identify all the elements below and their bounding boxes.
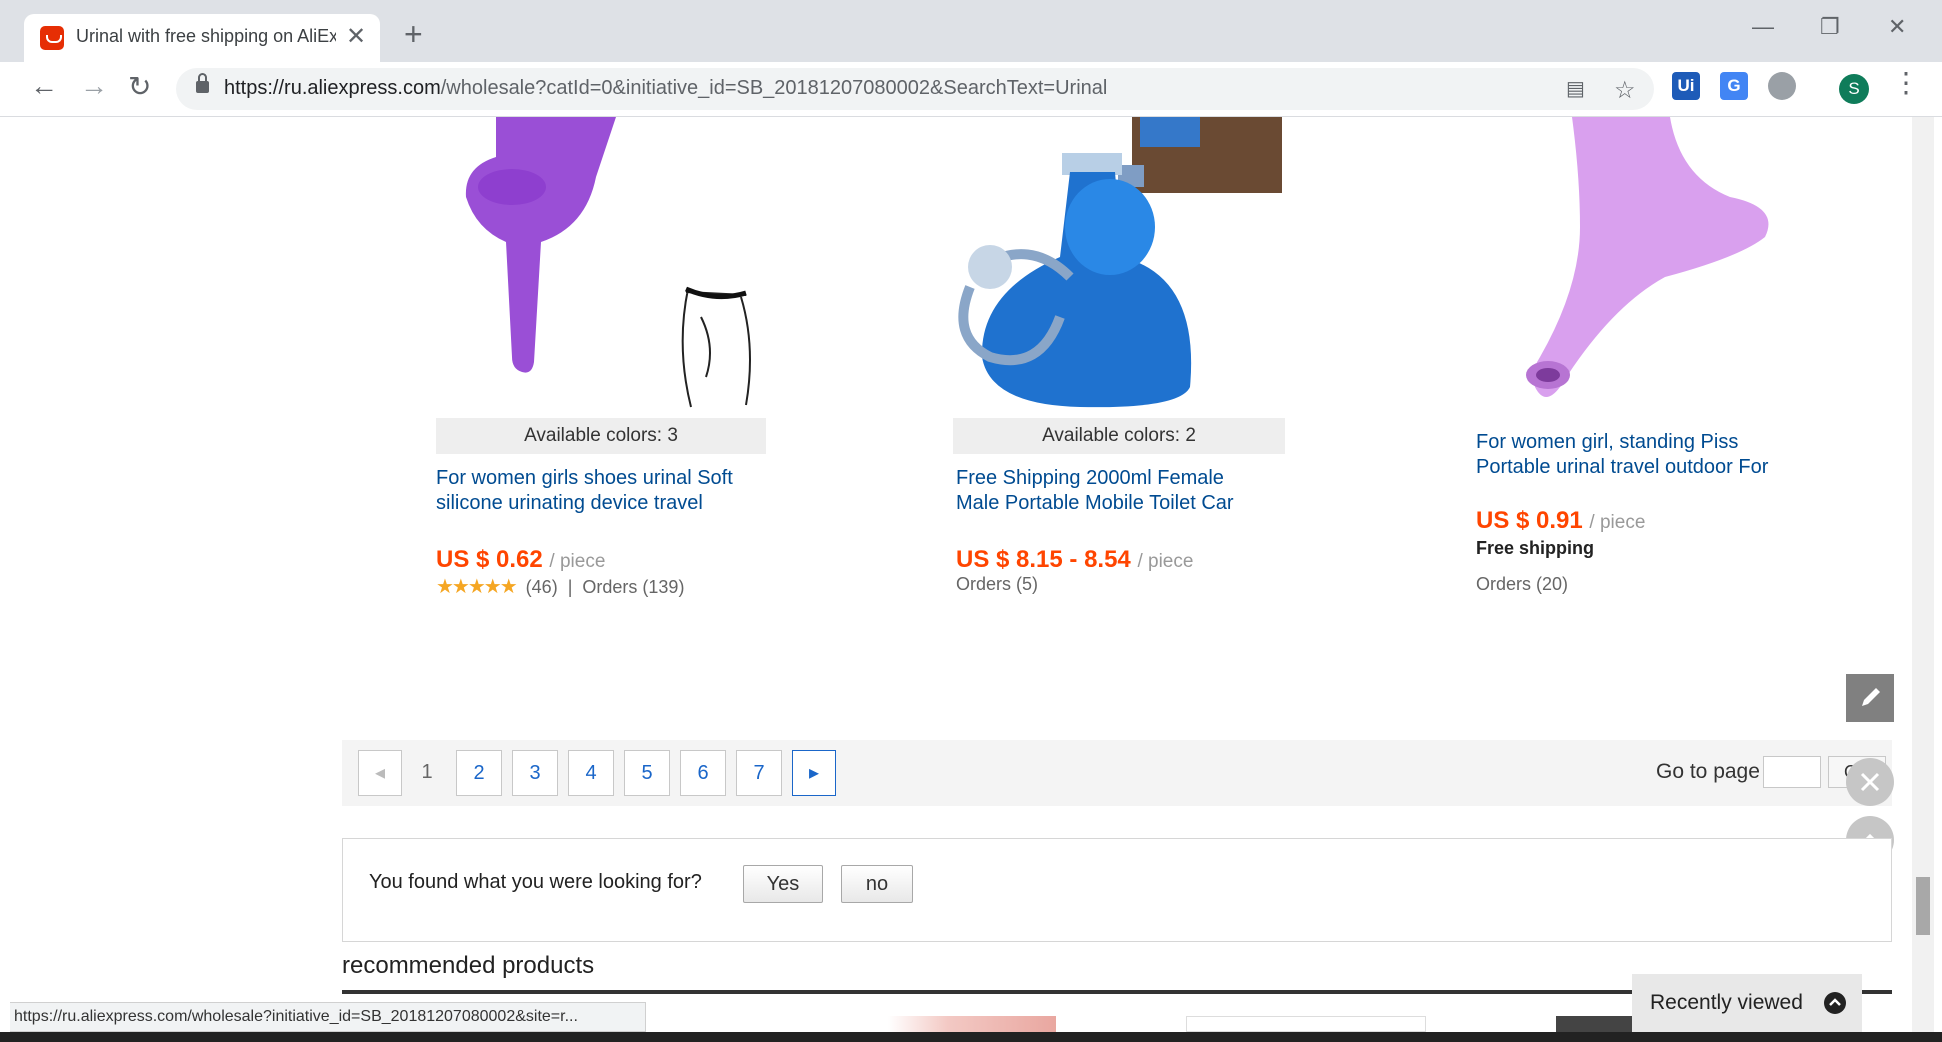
page-5-link[interactable]: 5 <box>624 750 670 796</box>
aliexpress-favicon-icon <box>40 26 64 50</box>
forward-icon[interactable]: → <box>80 70 108 102</box>
feedback-question: You found what you were looking for? <box>369 871 702 893</box>
lock-icon <box>196 73 209 93</box>
pencil-icon <box>1862 688 1880 706</box>
pagination-bar: ◂ 1 2 3 4 5 6 7 ▸ Go to page OK <box>342 740 1892 806</box>
available-colors: Available colors: 3 <box>436 418 766 454</box>
close-icon <box>1860 772 1880 792</box>
page-6-link[interactable]: 6 <box>680 750 726 796</box>
page-scrollbar[interactable] <box>1912 117 1934 1032</box>
restore-icon[interactable]: ❐ <box>1820 14 1840 40</box>
address-bar[interactable]: https://ru.aliexpress.com/wholesale?catI… <box>176 68 1654 110</box>
go-to-page-input[interactable] <box>1763 756 1821 788</box>
tab-close-icon[interactable]: ✕ <box>346 22 366 51</box>
feedback-yes-button[interactable]: Yes <box>743 865 823 903</box>
url-text[interactable]: https://ru.aliexpress.com/wholesale?catI… <box>224 77 1107 100</box>
globe-extension-icon[interactable] <box>1768 72 1796 100</box>
prev-page-button[interactable]: ◂ <box>358 750 402 796</box>
rating-stars-icon: ★★★★★ <box>436 576 518 598</box>
feedback-no-button[interactable]: no <box>841 865 913 903</box>
free-shipping-label: Free shipping <box>1476 538 1595 558</box>
product-orders[interactable]: Orders (20) <box>1476 574 1568 595</box>
recommended-thumbnail[interactable] <box>1556 1016 1636 1032</box>
page-3-link[interactable]: 3 <box>512 750 558 796</box>
browser-toolbar: ← → ↻ https://ru.aliexpress.com/wholesal… <box>0 62 1942 117</box>
reload-icon[interactable]: ↻ <box>128 70 151 103</box>
product-rating-orders: ★★★★★ (46) | Orders (139) <box>436 576 685 598</box>
recommended-thumbnail[interactable] <box>816 1016 1056 1032</box>
menu-kebab-icon[interactable]: ⋮ <box>1892 66 1920 99</box>
profile-avatar[interactable]: S <box>1839 74 1869 104</box>
product-image[interactable] <box>436 117 766 417</box>
page-7-link[interactable]: 7 <box>736 750 782 796</box>
taskbar-edge <box>0 1032 1942 1042</box>
page-4-link[interactable]: 4 <box>568 750 614 796</box>
close-float-button[interactable] <box>1846 758 1894 806</box>
product-price: US $ 0.62 / piece <box>436 546 606 573</box>
window-close-icon[interactable]: ✕ <box>1888 14 1906 40</box>
scrollbar-thumb[interactable] <box>1916 877 1930 935</box>
recommended-products-heading: recommended products <box>342 952 595 979</box>
google-translate-extension-icon[interactable]: G <box>1720 72 1748 100</box>
page-2-link[interactable]: 2 <box>456 750 502 796</box>
new-tab-icon[interactable]: + <box>404 16 423 53</box>
browser-tab-strip: Urinal with free shipping on AliEx ✕ + —… <box>0 0 1942 62</box>
chevron-up-circle-icon <box>1824 992 1846 1014</box>
translate-icon[interactable]: ▤ <box>1566 76 1585 101</box>
bookmark-star-icon[interactable]: ☆ <box>1614 76 1636 105</box>
minimize-icon[interactable]: — <box>1752 14 1774 40</box>
page-1-current: 1 <box>421 761 433 783</box>
product-orders[interactable]: Orders (5) <box>956 574 1038 595</box>
status-bar-url: https://ru.aliexpress.com/wholesale?init… <box>10 1002 646 1032</box>
tab-title: Urinal with free shipping on AliEx <box>76 26 336 46</box>
feedback-box: You found what you were looking for? Yes… <box>342 838 1892 942</box>
product-image[interactable] <box>950 117 1290 417</box>
available-colors: Available colors: 2 <box>953 418 1285 454</box>
product-price: US $ 8.15 - 8.54 / piece <box>956 546 1194 573</box>
edit-pencil-button[interactable] <box>1846 674 1894 722</box>
recently-viewed-button[interactable]: Recently viewed <box>1632 974 1862 1032</box>
product-price: US $ 0.91 / piece <box>1476 507 1646 534</box>
product-image[interactable] <box>1490 117 1790 407</box>
product-title[interactable]: Free Shipping 2000ml Female Male Portabl… <box>956 466 1296 516</box>
next-page-button[interactable]: ▸ <box>792 750 836 796</box>
uipath-extension-icon[interactable]: Ui <box>1672 72 1700 100</box>
go-to-page-label: Go to page <box>1656 760 1760 783</box>
product-title[interactable]: For women girl, standing Piss Portable u… <box>1476 430 1836 480</box>
recently-viewed-label: Recently viewed <box>1650 991 1803 1014</box>
back-icon[interactable]: ← <box>30 70 58 102</box>
recommended-thumbnail[interactable] <box>1186 1016 1426 1032</box>
browser-tab-active[interactable]: Urinal with free shipping on AliEx ✕ <box>24 14 380 62</box>
product-title[interactable]: For women girls shoes urinal Soft silico… <box>436 466 776 516</box>
